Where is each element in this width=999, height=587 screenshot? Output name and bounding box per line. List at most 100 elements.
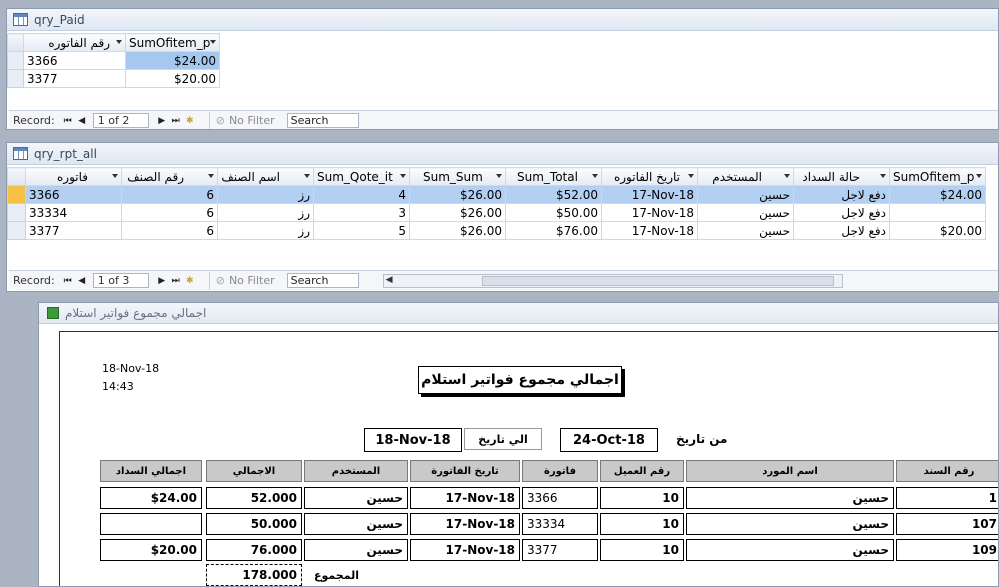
- chevron-down-icon[interactable]: [880, 174, 886, 178]
- sum-qote-cell[interactable]: 5: [313, 221, 410, 240]
- column-header-sum-total[interactable]: Sum_Total: [505, 167, 602, 186]
- sum-total-cell[interactable]: $50.00: [505, 203, 602, 222]
- chevron-down-icon[interactable]: [784, 174, 790, 178]
- invoice-date-cell[interactable]: 17-Nov-18: [601, 185, 698, 204]
- from-date-value: 24-Oct-18: [560, 428, 658, 452]
- row-selector[interactable]: [7, 203, 26, 222]
- user-cell[interactable]: حسين: [697, 185, 794, 204]
- no-filter-button[interactable]: ⊘ No Filter: [208, 111, 275, 129]
- user-value: حسين: [304, 539, 408, 561]
- last-record-icon[interactable]: ⏭: [170, 116, 182, 126]
- chevron-down-icon[interactable]: [976, 174, 982, 178]
- row-selector[interactable]: [7, 221, 26, 240]
- table-row[interactable]: 3377 6 رز 5 $26.00 $76.00 17-Nov-18 حسين…: [7, 221, 986, 240]
- invoice-date-cell[interactable]: 17-Nov-18: [601, 221, 698, 240]
- sum-sum-cell[interactable]: $26.00: [409, 185, 506, 204]
- header-doc-no: رقم السند: [896, 460, 998, 482]
- scroll-left-icon[interactable]: ◀: [386, 275, 393, 285]
- column-header-sum-sum[interactable]: Sum_Sum: [409, 167, 506, 186]
- search-input[interactable]: Search: [286, 273, 359, 288]
- chevron-down-icon[interactable]: [208, 174, 214, 178]
- column-header-sumofitem[interactable]: SumOfitem_p: [889, 167, 986, 186]
- sum-cell[interactable]: $24.00: [125, 51, 220, 70]
- sumofitem-cell[interactable]: $20.00: [889, 221, 986, 240]
- user-cell[interactable]: حسين: [697, 221, 794, 240]
- sum-qote-cell[interactable]: 4: [313, 185, 410, 204]
- user-cell[interactable]: حسين: [697, 203, 794, 222]
- item-no-cell[interactable]: 6: [121, 221, 218, 240]
- new-record-icon[interactable]: ✱: [184, 116, 196, 126]
- chevron-down-icon[interactable]: [688, 174, 694, 178]
- item-no-cell[interactable]: 6: [121, 185, 218, 204]
- sum-cell[interactable]: $20.00: [125, 69, 220, 88]
- invoice-cell[interactable]: 3366: [25, 185, 122, 204]
- table-row[interactable]: 3366 6 رز 4 $26.00 $52.00 17-Nov-18 حسين…: [7, 185, 986, 204]
- from-date-label: من تاريخ: [676, 432, 728, 446]
- new-record-icon[interactable]: ✱: [184, 276, 196, 286]
- chevron-down-icon[interactable]: [496, 174, 502, 178]
- payment-status-cell[interactable]: دفع لاجل: [793, 185, 890, 204]
- table-row[interactable]: 33334 6 رز 3 $26.00 $50.00 17-Nov-18 حسي…: [7, 203, 986, 222]
- invoice-cell[interactable]: 33334: [25, 203, 122, 222]
- item-name-cell[interactable]: رز: [217, 221, 314, 240]
- scrollbar-thumb[interactable]: [481, 275, 834, 286]
- sum-sum-cell[interactable]: $26.00: [409, 203, 506, 222]
- column-header-item-name[interactable]: اسم الصنف: [217, 167, 314, 186]
- column-header-invoice[interactable]: رقم الفاتوره: [23, 33, 126, 52]
- next-record-icon[interactable]: ▶: [156, 116, 168, 126]
- first-record-icon[interactable]: ⏮: [62, 276, 74, 286]
- sum-total-cell[interactable]: $52.00: [505, 185, 602, 204]
- sum-total-cell[interactable]: $76.00: [505, 221, 602, 240]
- previous-record-icon[interactable]: ◀: [76, 116, 88, 126]
- invoice-date-value: 17-Nov-18: [410, 487, 520, 509]
- column-header-payment-status[interactable]: حالة السداد: [793, 167, 890, 186]
- horizontal-scrollbar[interactable]: ◀: [382, 273, 843, 288]
- invoice-cell[interactable]: 3377: [23, 69, 126, 88]
- column-header-invoice[interactable]: فاتوره: [25, 167, 122, 186]
- search-input[interactable]: Search: [286, 113, 359, 128]
- last-record-icon[interactable]: ⏭: [170, 276, 182, 286]
- column-header-invoice-date[interactable]: تاريخ الفاتوره: [601, 167, 698, 186]
- sum-sum-cell[interactable]: $26.00: [409, 221, 506, 240]
- item-name-cell[interactable]: رز: [217, 203, 314, 222]
- record-position-field[interactable]: 1 of 3: [92, 273, 149, 288]
- row-selector[interactable]: [7, 185, 26, 204]
- column-header-sum-qote[interactable]: Sum_Qote_it: [313, 167, 410, 186]
- sumofitem-cell[interactable]: [889, 203, 986, 222]
- chevron-down-icon[interactable]: [304, 174, 310, 178]
- previous-record-icon[interactable]: ◀: [76, 276, 88, 286]
- row-selector[interactable]: [7, 69, 24, 88]
- report-heading: اجمالي مجموع فواتير استلام: [418, 366, 622, 394]
- invoice-date-cell[interactable]: 17-Nov-18: [601, 203, 698, 222]
- payment-status-cell[interactable]: دفع لاجل: [793, 203, 890, 222]
- invoice-cell[interactable]: 3366: [23, 51, 126, 70]
- invoice-cell[interactable]: 3377: [25, 221, 122, 240]
- table-row[interactable]: 3366 $24.00: [7, 51, 220, 70]
- column-header-sumofitem[interactable]: SumOfitem_p: [125, 33, 220, 52]
- column-header-user[interactable]: المستخدم: [697, 167, 794, 186]
- chevron-down-icon[interactable]: [400, 174, 406, 178]
- first-record-icon[interactable]: ⏮: [62, 116, 74, 126]
- table-row[interactable]: 3377 $20.00: [7, 69, 220, 88]
- row-selector-header[interactable]: [7, 167, 26, 186]
- item-no-cell[interactable]: 6: [121, 203, 218, 222]
- qry-rpt-all-titlebar[interactable]: qry_rpt_all: [7, 143, 998, 165]
- chevron-down-icon[interactable]: [592, 174, 598, 178]
- chevron-down-icon[interactable]: [116, 40, 122, 44]
- chevron-down-icon[interactable]: [210, 40, 216, 44]
- column-header-item-no[interactable]: رقم الصنف: [121, 167, 218, 186]
- record-position-field[interactable]: 1 of 2: [92, 113, 149, 128]
- next-record-icon[interactable]: ▶: [156, 276, 168, 286]
- no-filter-button[interactable]: ⊘ No Filter: [208, 271, 275, 290]
- sumofitem-cell[interactable]: $24.00: [889, 185, 986, 204]
- sum-qote-cell[interactable]: 3: [313, 203, 410, 222]
- qry-paid-titlebar[interactable]: qry_Paid: [7, 9, 998, 31]
- qry-paid-grid: رقم الفاتوره SumOfitem_p 3366 $24.00 337…: [7, 33, 220, 88]
- report-titlebar[interactable]: اجمالي مجموع فواتير استلام: [39, 303, 998, 324]
- chevron-down-icon[interactable]: [112, 174, 118, 178]
- payment-status-cell[interactable]: دفع لاجل: [793, 221, 890, 240]
- client-no-value: 10: [600, 513, 684, 535]
- row-selector-header[interactable]: [7, 33, 24, 52]
- item-name-cell[interactable]: رز: [217, 185, 314, 204]
- row-selector[interactable]: [7, 51, 24, 70]
